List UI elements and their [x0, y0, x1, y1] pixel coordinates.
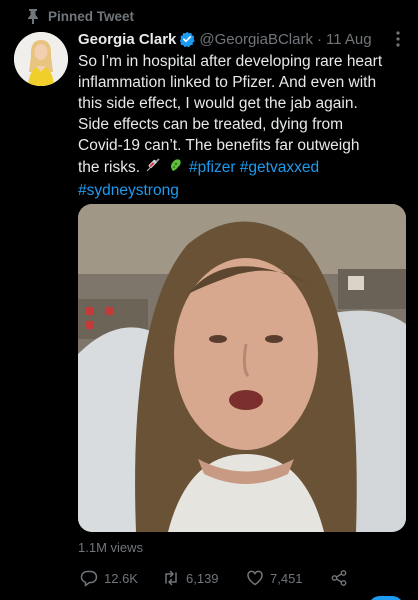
tweet-date[interactable]: 11 Aug: [326, 31, 372, 48]
tweet-text-line: So I’m in hospital after developing rare…: [78, 53, 383, 70]
heart-icon: [247, 570, 263, 586]
microbe-emoji: [167, 156, 185, 180]
avatar[interactable]: [14, 32, 68, 86]
hashtag-link[interactable]: #sydneystrong: [78, 182, 179, 199]
tweet-text-line: Side effects can be treated, dying from: [78, 116, 344, 133]
compose-button-edge[interactable]: [368, 596, 404, 600]
verified-badge-icon: [180, 31, 196, 47]
pinned-indicator: Pinned Tweet: [28, 6, 135, 26]
media-image: [78, 204, 406, 532]
separator-dot: ·: [316, 30, 322, 48]
tweet-text-line: the risks. #pfizer #getvaxxed: [78, 156, 412, 180]
syringe-emoji: [144, 156, 162, 180]
share-icon: [331, 570, 347, 586]
tweet-text-line: #sydneystrong: [78, 180, 412, 201]
tweet-text-line: inflammation linked to Pfizer. And even …: [78, 74, 377, 91]
syringe-icon: [146, 158, 160, 172]
avatar-image: [14, 32, 68, 86]
hashtag-link[interactable]: #getvaxxed: [240, 159, 319, 176]
retweet-count: 6,139: [186, 570, 219, 586]
action-bar: 12.6K 6,139 7,451: [78, 566, 408, 590]
pinned-label: Pinned Tweet: [48, 8, 135, 24]
tweet-text-line: this side effect, I would get the jab ag…: [78, 95, 358, 112]
microbe-icon: [170, 159, 181, 171]
tweet-text-line: Covid-19 can’t. The benefits far outweig…: [78, 137, 360, 154]
retweet-icon: [165, 570, 177, 586]
tweet-media[interactable]: [78, 204, 406, 532]
tweet-text-end: the risks.: [78, 159, 141, 176]
share-button[interactable]: [330, 566, 354, 590]
reply-count: 12.6K: [104, 570, 138, 586]
author-name[interactable]: Georgia Clark: [78, 31, 176, 48]
tweet-text: So I’m in hospital after developing rare…: [78, 51, 412, 201]
author-handle[interactable]: @GeorgiaBClark: [199, 31, 313, 48]
more-options-icon[interactable]: [390, 30, 406, 48]
view-count: 1.1M views: [78, 540, 144, 555]
reply-button[interactable]: 12.6K: [80, 566, 138, 590]
retweet-button[interactable]: 6,139: [162, 566, 219, 590]
like-button[interactable]: 7,451: [246, 566, 303, 590]
hashtag-link[interactable]: #pfizer: [189, 159, 236, 176]
reply-icon: [80, 570, 98, 587]
pin-icon: [28, 9, 38, 24]
tweet-header: Georgia Clark @GeorgiaBClark · 11 Aug: [78, 28, 408, 50]
like-count: 7,451: [270, 570, 303, 586]
